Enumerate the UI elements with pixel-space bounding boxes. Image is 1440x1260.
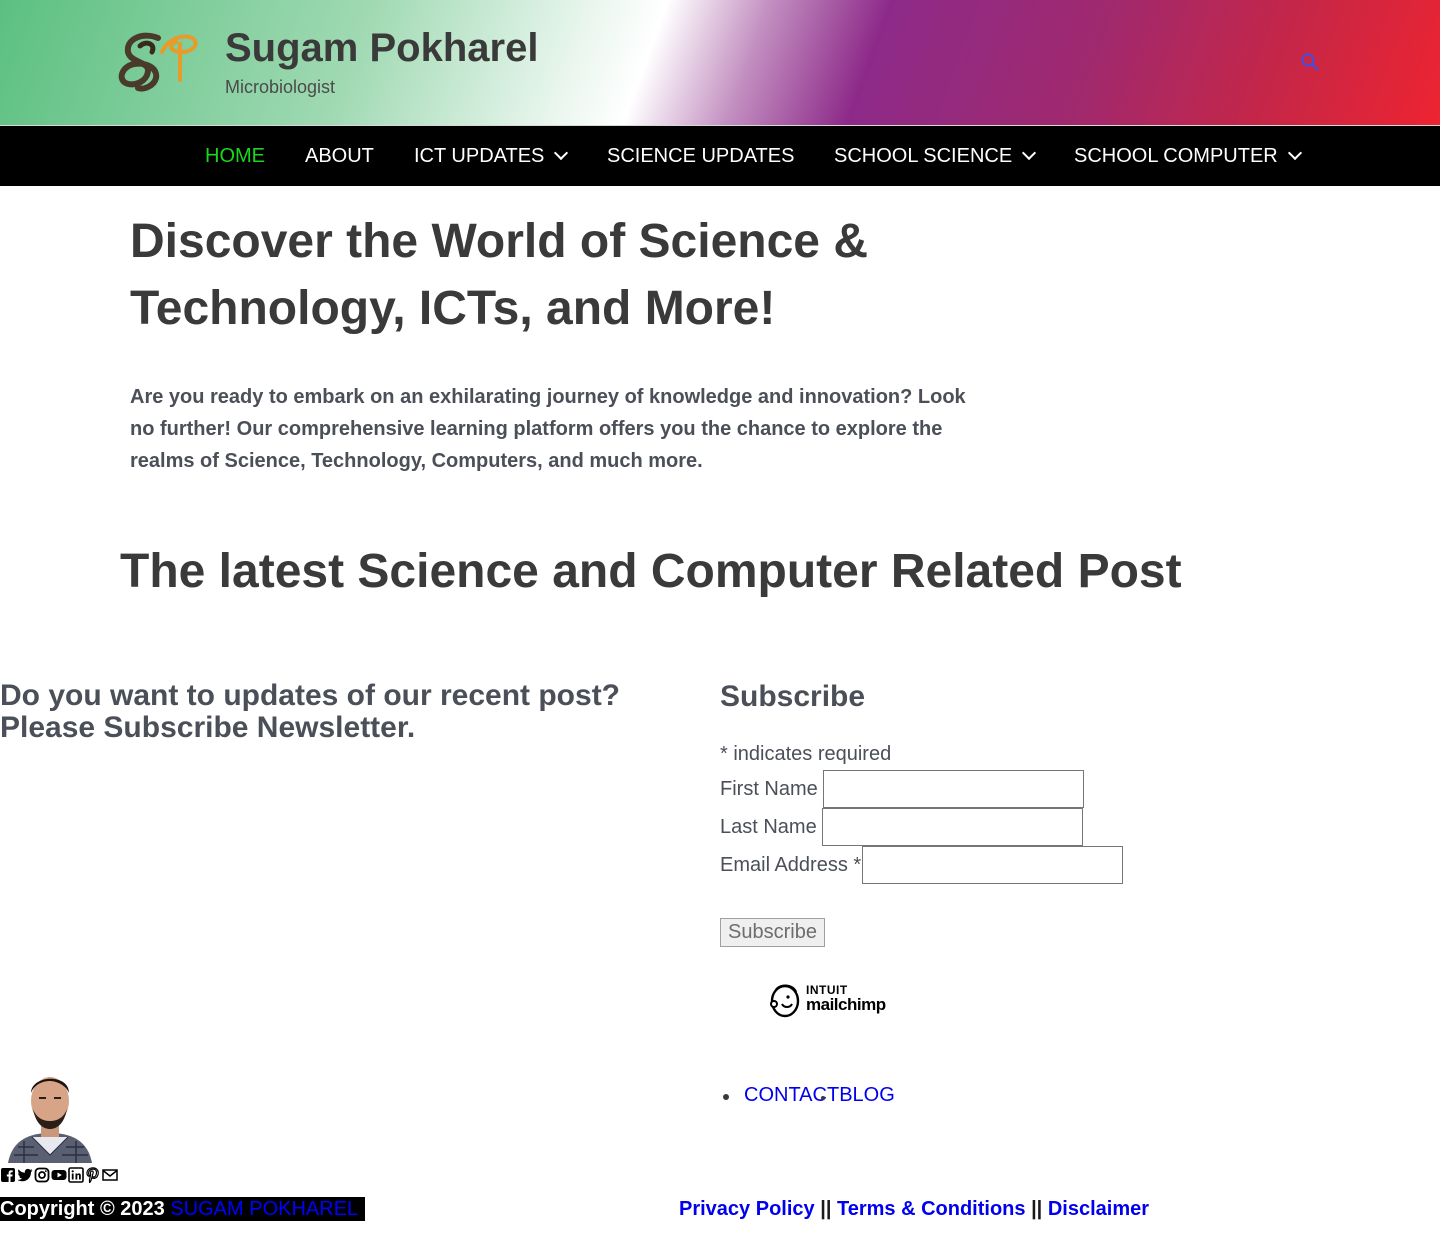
instagram-icon[interactable]	[34, 1167, 50, 1183]
last-name-row: Last Name	[720, 808, 1083, 846]
footer-links: CONTACT BLOG	[723, 1084, 895, 1107]
nav-item-label: ICT UPDATES	[414, 145, 545, 167]
subscribe-heading: Subscribe	[720, 680, 866, 713]
footer-link-contact[interactable]: CONTACT	[744, 1084, 839, 1106]
required-note: * indicates required	[720, 743, 892, 765]
linkedin-icon[interactable]	[68, 1167, 84, 1183]
social-links	[0, 1167, 118, 1183]
twitter-icon[interactable]	[17, 1167, 33, 1183]
privacy-policy-link[interactable]: Privacy Policy	[679, 1198, 815, 1220]
site-header: Sugam Pokharel Microbiologist	[0, 0, 1440, 126]
link-separator: ||	[820, 1198, 832, 1220]
list-bullet	[723, 1094, 729, 1100]
copyright-owner-link[interactable]: SUGAM POKHAREL	[170, 1198, 358, 1220]
newsletter-promo: Do you want to updates of our recent pos…	[0, 679, 621, 744]
hero-text: Are you ready to embark on an exhilarati…	[130, 386, 966, 472]
youtube-icon[interactable]	[51, 1167, 67, 1183]
disclaimer-link[interactable]: Disclaimer	[1048, 1198, 1149, 1220]
site-tagline: Microbiologist	[225, 77, 336, 97]
terms-conditions-link[interactable]: Terms & Conditions	[837, 1198, 1026, 1220]
chevron-down-icon[interactable]	[1287, 145, 1302, 161]
nav-item-about[interactable]: ABOUT	[305, 126, 374, 186]
link-separator: ||	[1031, 1198, 1043, 1220]
email-label: Email Address *	[720, 853, 862, 876]
search-icon[interactable]	[1300, 52, 1320, 72]
mailchimp-logo-icon	[770, 984, 800, 1018]
pinterest-icon[interactable]	[85, 1167, 101, 1183]
email-row: Email Address *	[720, 846, 1124, 884]
last-name-label: Last Name	[720, 815, 817, 838]
chevron-down-icon[interactable]	[554, 145, 569, 161]
nav-item-label: SCHOOL COMPUTER	[1074, 145, 1278, 167]
copyright-bar: Copyright © 2023 SUGAM POKHAREL	[0, 1197, 366, 1221]
latest-posts-title: The latest Science and Computer Related …	[120, 545, 1182, 598]
first-name-field[interactable]	[822, 770, 1084, 808]
email-field[interactable]	[862, 846, 1124, 884]
nav-item-label: HOME	[205, 145, 265, 167]
primary-navigation: HOME ABOUT ICT UPDATES SCIENCE UPDATES S…	[0, 126, 1440, 186]
copyright-text: Copyright © 2023	[0, 1198, 171, 1220]
facebook-icon[interactable]	[0, 1167, 16, 1183]
site-title[interactable]: Sugam Pokharel	[225, 26, 538, 71]
last-name-field[interactable]	[821, 808, 1083, 846]
hero-title: Discover the World of Science & Technolo…	[130, 215, 868, 335]
nav-item-school-computer[interactable]: SCHOOL COMPUTER	[1074, 126, 1302, 186]
email-icon[interactable]	[102, 1167, 118, 1183]
nav-item-label: SCHOOL SCIENCE	[834, 145, 1013, 167]
nav-item-ict-updates[interactable]: ICT UPDATES	[414, 126, 569, 186]
mailchimp-badge-line2: mailchimp	[806, 995, 886, 1014]
footer-link-blog[interactable]: BLOG	[839, 1084, 895, 1106]
list-bullet	[821, 1096, 825, 1100]
chevron-down-icon[interactable]	[1022, 145, 1037, 161]
nav-item-science-updates[interactable]: SCIENCE UPDATES	[607, 126, 794, 186]
nav-item-school-science[interactable]: SCHOOL SCIENCE	[834, 126, 1037, 186]
mailchimp-badge[interactable]: INTUIT mailchimp	[768, 982, 893, 1018]
first-name-row: First Name	[720, 770, 1084, 808]
nav-item-home[interactable]: HOME	[205, 126, 265, 186]
policy-links: Privacy Policy || Terms & Conditions || …	[679, 1197, 1149, 1221]
nav-item-label: ABOUT	[305, 145, 374, 167]
author-avatar	[4, 1063, 96, 1163]
subscribe-button[interactable]: Subscribe	[720, 918, 825, 947]
first-name-label: First Name	[720, 777, 818, 800]
site-logo[interactable]	[118, 30, 208, 92]
nav-item-label: SCIENCE UPDATES	[607, 145, 795, 167]
